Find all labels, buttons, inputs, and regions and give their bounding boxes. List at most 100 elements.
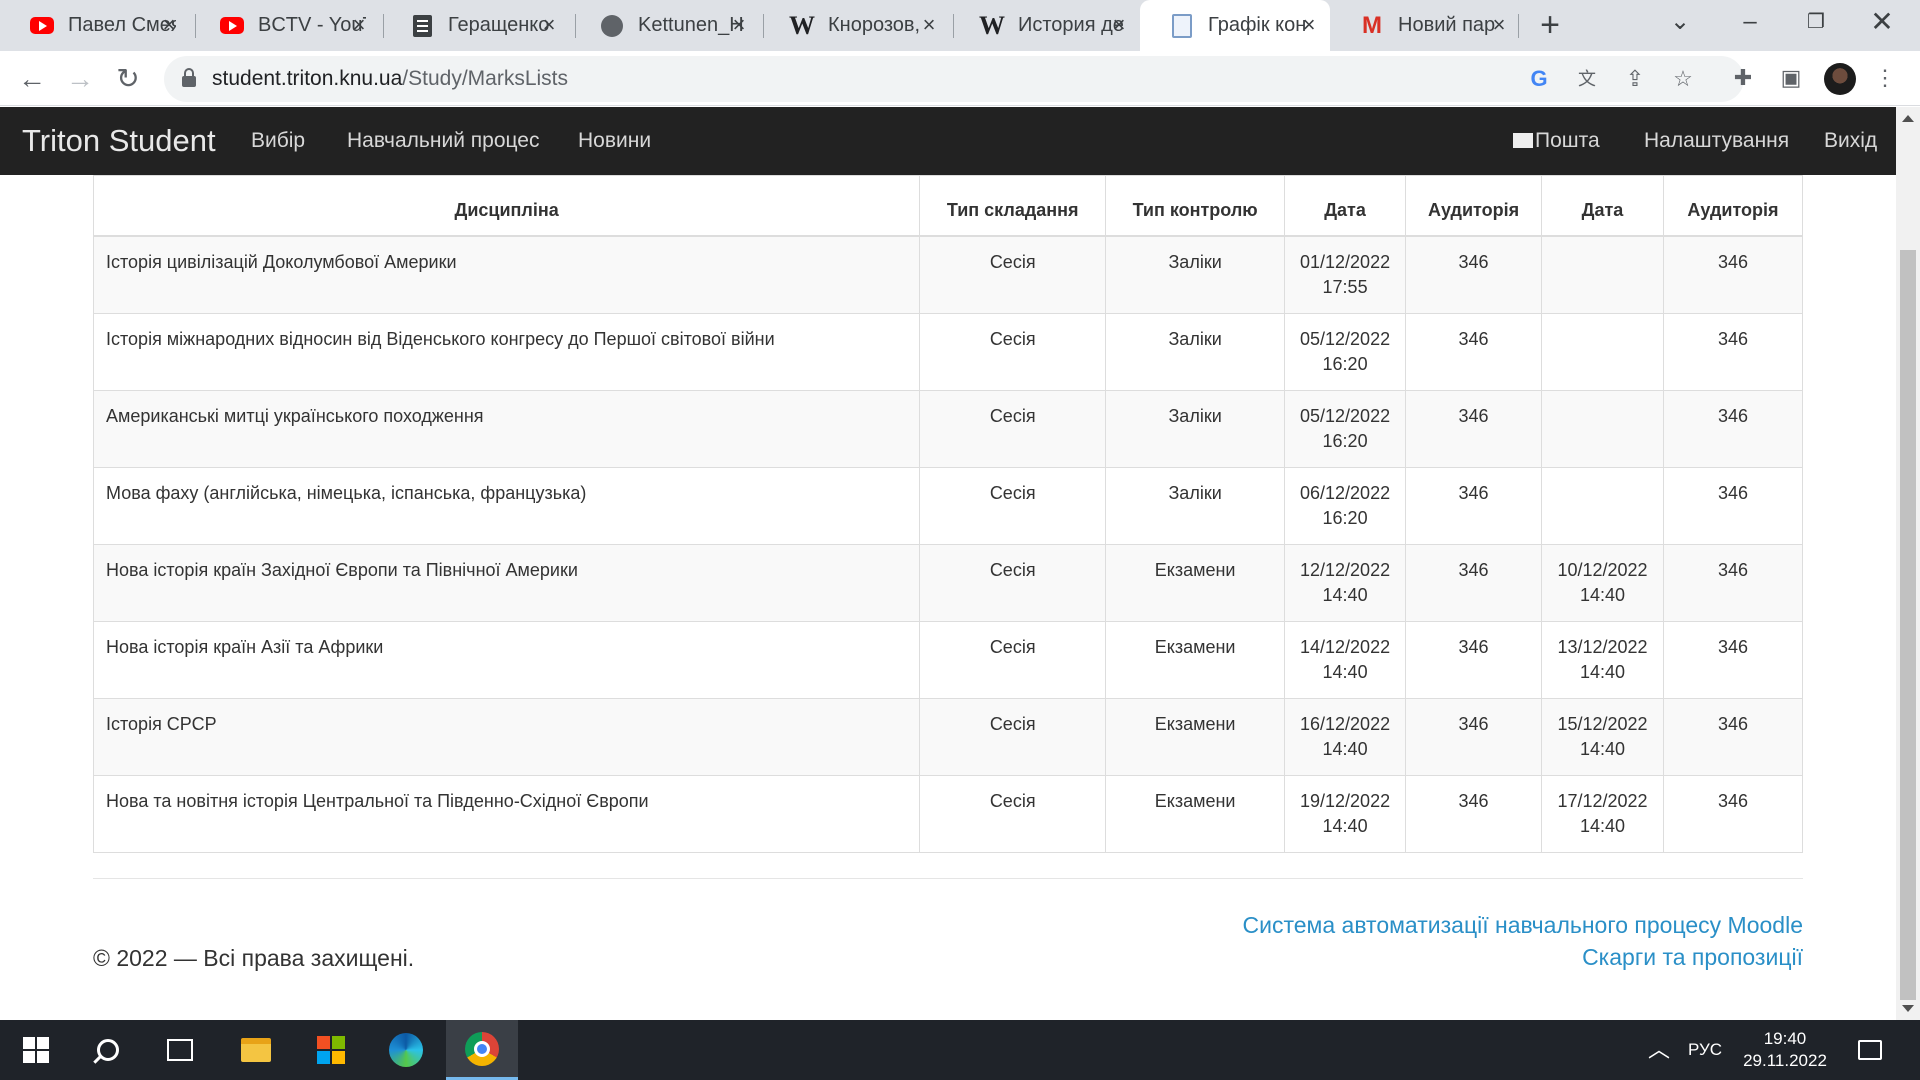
discipline-cell-text: Історія СРСР <box>106 714 217 734</box>
profile-avatar[interactable] <box>1824 63 1856 95</box>
assessment-type-cell: Сесія <box>919 621 1107 699</box>
close-tab-icon[interactable]: × <box>538 14 560 36</box>
close-tab-icon[interactable]: × <box>918 14 940 36</box>
control-type-cell: Екзамени <box>1105 544 1286 622</box>
control-type-cell: Заліки <box>1105 390 1286 468</box>
nav-link-mail[interactable]: Пошта <box>1513 107 1600 175</box>
bookmark-star-icon[interactable]: ☆ <box>1670 66 1696 92</box>
column-header: Дата <box>1541 175 1664 237</box>
google-icon[interactable]: G <box>1526 66 1552 92</box>
retake-date-cell <box>1541 467 1664 545</box>
browser-tab-active[interactable]: Графік кон × <box>1140 0 1330 51</box>
room-cell-text: 346 <box>1458 791 1489 811</box>
date-cell-text: 12/12/2022 <box>1300 560 1391 580</box>
control-type-cell: Екзамени <box>1105 621 1286 699</box>
gmail-icon: M <box>1362 11 1382 39</box>
translate-icon[interactable]: 文 <box>1574 66 1600 92</box>
retake-date-cell-text: 14:40 <box>1579 585 1626 605</box>
taskbar-chrome[interactable] <box>446 1020 518 1080</box>
assessment-type-cell-text: Сесія <box>989 329 1036 349</box>
close-tab-icon[interactable]: × <box>158 14 180 36</box>
table-row: Нова історія країн Азії та Африки Сесія Ек… <box>92 621 1804 699</box>
table-header-row: Дисципліна Тип складання Тип контролю Да… <box>92 175 1804 237</box>
browser-tab[interactable]: W История де × <box>950 0 1140 51</box>
assessment-type-cell-text: Сесія <box>989 714 1036 734</box>
scroll-up-arrow[interactable] <box>1902 115 1914 122</box>
new-tab-button[interactable]: + <box>1532 8 1568 44</box>
restore-button[interactable]: ❐ <box>1786 0 1846 44</box>
forward-button[interactable]: → <box>62 61 98 97</box>
minimize-button[interactable]: – <box>1720 0 1780 44</box>
scroll-thumb[interactable] <box>1900 250 1916 1000</box>
nav-link-news[interactable]: Новини <box>578 107 651 175</box>
taskbar-file-explorer[interactable] <box>220 1020 292 1080</box>
clock-date: 29.11.2022 <box>1743 1051 1827 1070</box>
windows-taskbar: ︿ РУС 19:40 29.11.2022 <box>0 1020 1920 1080</box>
assessment-type-cell-text: Сесія <box>989 483 1036 503</box>
browser-tab[interactable]: Kettunen_H × <box>570 0 760 51</box>
taskbar-clock[interactable]: 19:40 29.11.2022 <box>1730 1028 1840 1072</box>
column-header: Аудиторія <box>1405 175 1542 237</box>
start-button[interactable] <box>0 1020 72 1080</box>
browser-tab[interactable]: M Новий пар × <box>1330 0 1520 51</box>
back-button[interactable]: ← <box>14 61 50 97</box>
control-type-cell-text: Заліки <box>1168 483 1222 503</box>
browser-tab[interactable]: Павел Смеян × <box>0 0 190 51</box>
extensions-icon[interactable]: ✚ <box>1728 63 1758 93</box>
room-cell-text: 346 <box>1458 483 1489 503</box>
taskbar-store[interactable] <box>295 1020 367 1080</box>
date-cell-text: 14:40 <box>1322 816 1368 836</box>
task-view-button[interactable] <box>144 1020 216 1080</box>
table-row: Мова фаху (англійська, німецька, іспансь… <box>92 467 1804 545</box>
close-tab-icon[interactable]: × <box>1298 14 1320 36</box>
room-cell: 346 <box>1405 313 1542 391</box>
retake-room-cell: 346 <box>1662 544 1804 622</box>
discipline-cell-text: Історія міжнародних відносин від Віденсь… <box>106 329 775 349</box>
input-language[interactable]: РУС <box>1688 1020 1722 1080</box>
side-panel-icon[interactable]: ▣ <box>1776 63 1806 93</box>
browser-tab[interactable]: BCTV - YouTube × <box>190 0 380 51</box>
column-header: Дисципліна <box>92 175 921 237</box>
browser-tab[interactable]: W Кнорозов, × <box>760 0 950 51</box>
close-window-button[interactable]: ✕ <box>1852 0 1912 44</box>
address-bar[interactable]: student.triton.knu.ua/Study/MarksLists G… <box>164 56 1744 102</box>
chrome-menu-icon[interactable]: ⋮ <box>1870 63 1900 93</box>
retake-room-cell: 346 <box>1662 313 1804 391</box>
nav-link-study-process[interactable]: Навчальний процес <box>347 107 539 175</box>
column-header: Тип контролю <box>1105 175 1286 237</box>
nav-link-settings[interactable]: Налаштування <box>1644 107 1789 175</box>
close-tab-icon[interactable]: × <box>1488 14 1510 36</box>
close-tab-icon[interactable]: × <box>728 14 750 36</box>
retake-room-cell: 346 <box>1662 390 1804 468</box>
tray-chevron-icon[interactable]: ︿ <box>1648 1020 1670 1080</box>
scroll-down-arrow[interactable] <box>1902 1005 1914 1012</box>
table-row: Нова історія країн Західної Європи та Пі… <box>92 544 1804 622</box>
taskbar-edge[interactable] <box>370 1020 442 1080</box>
date-cell: 14/12/2022 14:40 <box>1284 621 1407 699</box>
close-tab-icon[interactable]: × <box>1108 14 1130 36</box>
discipline-cell: Історія цивілізацій Доколумбової Америки <box>92 235 921 314</box>
room-cell: 346 <box>1405 698 1542 776</box>
reload-button[interactable]: ↻ <box>110 61 146 97</box>
nav-link-logout[interactable]: Вихід <box>1824 107 1877 175</box>
browser-tab[interactable]: Геращенко × <box>380 0 570 51</box>
discipline-cell: Нова та новітня історія Центральної та П… <box>92 775 921 853</box>
share-icon[interactable]: ⇪ <box>1622 66 1648 92</box>
url-text[interactable]: student.triton.knu.ua/Study/MarksLists <box>212 56 568 102</box>
retake-room-cell: 346 <box>1662 235 1804 314</box>
site-brand[interactable]: Triton Student <box>22 107 216 175</box>
moodle-link[interactable]: Система автоматизації навчального процес… <box>1243 912 1803 939</box>
tab-search-icon[interactable]: ⌄ <box>1650 0 1710 44</box>
nav-link-choice[interactable]: Вибір <box>251 107 305 175</box>
discipline-cell-text: Американські митці українського походжен… <box>106 406 484 426</box>
lock-icon[interactable] <box>182 68 196 88</box>
page-scrollbar[interactable] <box>1896 107 1920 1020</box>
close-tab-icon[interactable]: × <box>348 14 370 36</box>
footer-divider <box>93 878 1803 879</box>
page-content: Дисципліна Тип складання Тип контролю Да… <box>0 175 1896 1020</box>
taskbar-search-button[interactable] <box>72 1020 144 1080</box>
wikipedia-icon: W <box>979 10 1005 40</box>
notifications-icon[interactable] <box>1858 1040 1882 1060</box>
date-cell-text: 14:40 <box>1322 739 1368 759</box>
complaints-link[interactable]: Скарги та пропозиції <box>1582 944 1803 971</box>
